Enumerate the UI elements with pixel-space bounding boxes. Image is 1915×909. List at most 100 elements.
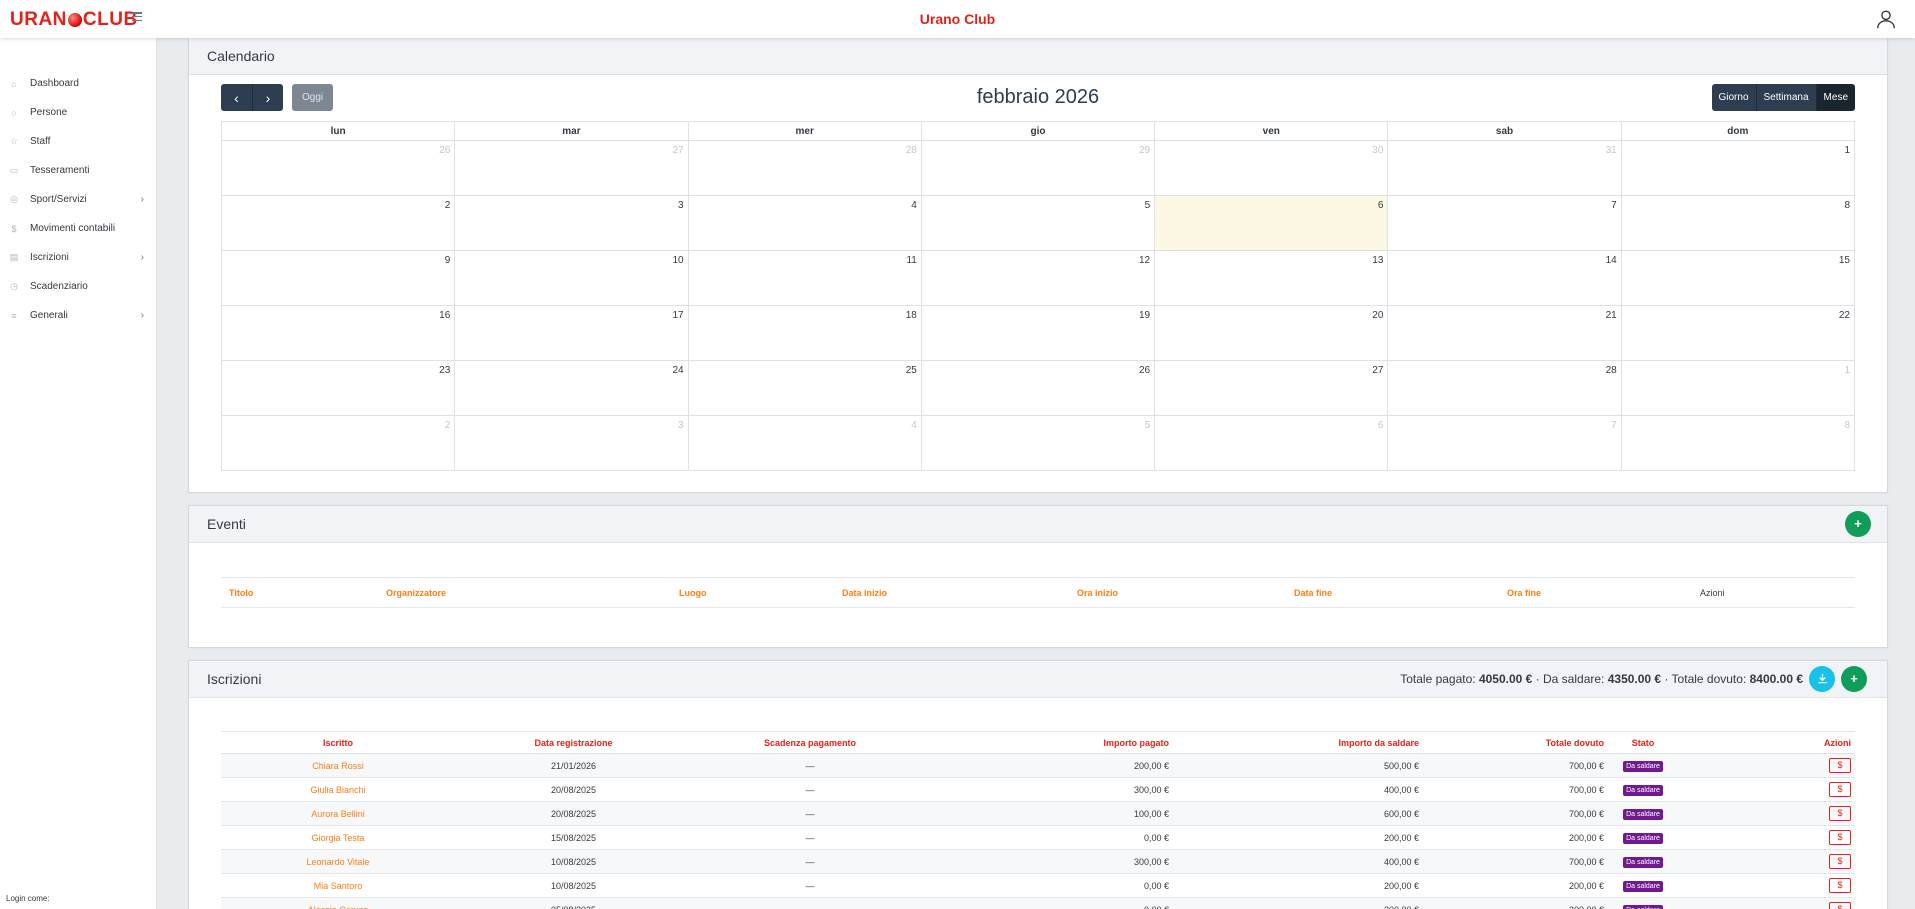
iscrizioni-col-header[interactable]: Stato: [1608, 731, 1678, 754]
iscrizioni-col-header[interactable]: Totale dovuto: [1423, 731, 1608, 754]
sidebar-item-scadenziario[interactable]: ◷ Scadenziario: [0, 272, 156, 301]
col-ora-fine[interactable]: Ora fine: [1507, 588, 1541, 598]
member-name-link[interactable]: Chiara Rossi: [312, 761, 364, 771]
pay-button[interactable]: $: [1829, 878, 1851, 893]
member-name-link[interactable]: Leonardo Vitale: [307, 857, 370, 867]
calendar-day-cell[interactable]: 2: [220, 195, 456, 251]
add-iscrizione-button[interactable]: +: [1841, 666, 1867, 692]
col-data-inizio[interactable]: Data inizio: [842, 588, 887, 598]
calendar-day-cell[interactable]: 6: [1154, 415, 1389, 471]
calendar-day-cell[interactable]: 29: [920, 140, 1156, 196]
member-name-link[interactable]: Alessia Caruso: [308, 905, 369, 909]
calendar-day-cell[interactable]: 23: [220, 360, 456, 416]
calendar-day-cell[interactable]: 26: [920, 360, 1156, 416]
calendar-day-cell[interactable]: 11: [687, 250, 922, 306]
view-week-button[interactable]: Settimana: [1756, 84, 1817, 111]
table-cell: $: [1678, 897, 1855, 909]
download-button[interactable]: [1809, 666, 1835, 692]
calendar-day-cell[interactable]: 8: [1620, 195, 1856, 251]
iscrizioni-col-header[interactable]: Azioni: [1678, 731, 1855, 754]
calendar-day-cell[interactable]: 26: [220, 140, 456, 196]
pay-button[interactable]: $: [1829, 854, 1851, 869]
col-ora-inizio[interactable]: Ora inizio: [1077, 588, 1118, 598]
calendar-day-cell[interactable]: 5: [920, 415, 1156, 471]
calendar-day-cell[interactable]: 16: [220, 305, 456, 361]
calendar-day-cell[interactable]: 8: [1620, 415, 1856, 471]
pay-button[interactable]: $: [1829, 758, 1851, 773]
table-cell: Da saldare: [1608, 801, 1678, 826]
calendar-day-cell[interactable]: 13: [1154, 250, 1389, 306]
calendar-day-cell[interactable]: 27: [454, 140, 689, 196]
cell-value: —: [805, 808, 815, 819]
calendar-day-cell[interactable]: 4: [687, 415, 922, 471]
view-month-button[interactable]: Mese: [1816, 84, 1855, 111]
calendar-day-cell[interactable]: 15: [1620, 250, 1856, 306]
calendar-day-cell[interactable]: 22: [1620, 305, 1856, 361]
calendar-day-cell[interactable]: 20: [1154, 305, 1389, 361]
calendar-day-cell[interactable]: 1: [1620, 360, 1856, 416]
sidebar-item-label: Scadenziario: [30, 281, 88, 292]
calendar-day-cell[interactable]: 12: [920, 250, 1156, 306]
calendar-day-cell[interactable]: 9: [220, 250, 456, 306]
sidebar: ⌂ Dashboard ○ Persone ☆ Staff ▭ Tesseramenti ◎ Sp…: [0, 38, 157, 909]
sidebar-item-staff[interactable]: ☆ Staff: [0, 127, 156, 156]
calendar-day-cell[interactable]: 1: [1620, 140, 1856, 196]
iscrizioni-col-header[interactable]: Importo pagato: [928, 731, 1173, 754]
calendar-day-cell[interactable]: 24: [454, 360, 689, 416]
calendar-day-cell[interactable]: 2: [220, 415, 456, 471]
calendar-day-cell[interactable]: 17: [454, 305, 689, 361]
col-data-fine[interactable]: Data fine: [1294, 588, 1332, 598]
dollar-icon: $: [11, 223, 17, 234]
sidebar-item-tesseramenti[interactable]: ▭ Tesseramenti: [0, 156, 156, 185]
iscrizioni-col-header[interactable]: Iscritto: [221, 731, 455, 754]
iscrizioni-col-header[interactable]: Data registrazione: [455, 731, 692, 754]
cell-value: 21/01/2026: [550, 760, 597, 771]
member-name-link[interactable]: Giorgia Testa: [312, 833, 365, 843]
calendar-day-today[interactable]: 6: [1154, 195, 1389, 251]
sidebar-item-sport-servizi[interactable]: ◎ Sport/Servizi ›: [0, 185, 156, 214]
calendar-day-cell[interactable]: 28: [1387, 360, 1622, 416]
calendar-day-cell[interactable]: 18: [687, 305, 922, 361]
col-luogo[interactable]: Luogo: [679, 588, 707, 598]
add-event-button[interactable]: +: [1845, 511, 1871, 537]
calendar-day-cell[interactable]: 28: [687, 140, 922, 196]
iscrizioni-card-title: Iscrizioni: [207, 671, 262, 687]
calendar-day-cell[interactable]: 19: [920, 305, 1156, 361]
calendar-day-cell[interactable]: 4: [687, 195, 922, 251]
pay-button[interactable]: $: [1829, 902, 1851, 909]
user-account-icon[interactable]: [1875, 8, 1897, 30]
status-badge: Da saldare: [1623, 880, 1663, 892]
iscrizioni-col-header[interactable]: Scadenza pagamento: [692, 731, 928, 754]
cell-value: 10/08/2025: [550, 880, 597, 891]
calendar-day-cell[interactable]: 21: [1387, 305, 1622, 361]
calendar-day-cell[interactable]: 3: [454, 415, 689, 471]
status-badge: Da saldare: [1623, 808, 1663, 820]
view-day-button[interactable]: Giorno: [1711, 84, 1757, 111]
member-name-link[interactable]: Mia Santoro: [314, 881, 363, 891]
calendar-day-cell[interactable]: 25: [687, 360, 922, 416]
sidebar-item-generali[interactable]: ≡ Generali ›: [0, 301, 156, 330]
sidebar-item-movimenti-contabili[interactable]: $ Movimenti contabili: [0, 214, 156, 243]
calendar-day-cell[interactable]: 30: [1154, 140, 1389, 196]
calendar-day-cell[interactable]: 7: [1387, 195, 1622, 251]
sidebar-item-dashboard[interactable]: ⌂ Dashboard: [0, 69, 156, 98]
col-organizzatore[interactable]: Organizzatore: [386, 588, 446, 598]
sidebar-item-iscrizioni[interactable]: ▤ Iscrizioni ›: [0, 243, 156, 272]
calendar-day-cell[interactable]: 10: [454, 250, 689, 306]
calendar-day-cell[interactable]: 5: [920, 195, 1156, 251]
calendar-day-cell[interactable]: 3: [454, 195, 689, 251]
calendar-day-cell[interactable]: 31: [1387, 140, 1622, 196]
calendar-day-cell[interactable]: 27: [1154, 360, 1389, 416]
col-titolo[interactable]: Titolo: [229, 588, 253, 598]
iscrizioni-col-header[interactable]: Importo da saldare: [1173, 731, 1423, 754]
member-name-link[interactable]: Giulia Bianchi: [310, 785, 365, 795]
pay-button[interactable]: $: [1829, 806, 1851, 821]
events-card-title: Eventi: [207, 516, 246, 532]
pay-button[interactable]: $: [1829, 782, 1851, 797]
sidebar-item-persone[interactable]: ○ Persone: [0, 98, 156, 127]
member-name-link[interactable]: Aurora Bellini: [311, 809, 365, 819]
cell-value: 200,00 €: [1383, 880, 1419, 891]
pay-button[interactable]: $: [1829, 830, 1851, 845]
calendar-day-cell[interactable]: 14: [1387, 250, 1622, 306]
calendar-day-cell[interactable]: 7: [1387, 415, 1622, 471]
